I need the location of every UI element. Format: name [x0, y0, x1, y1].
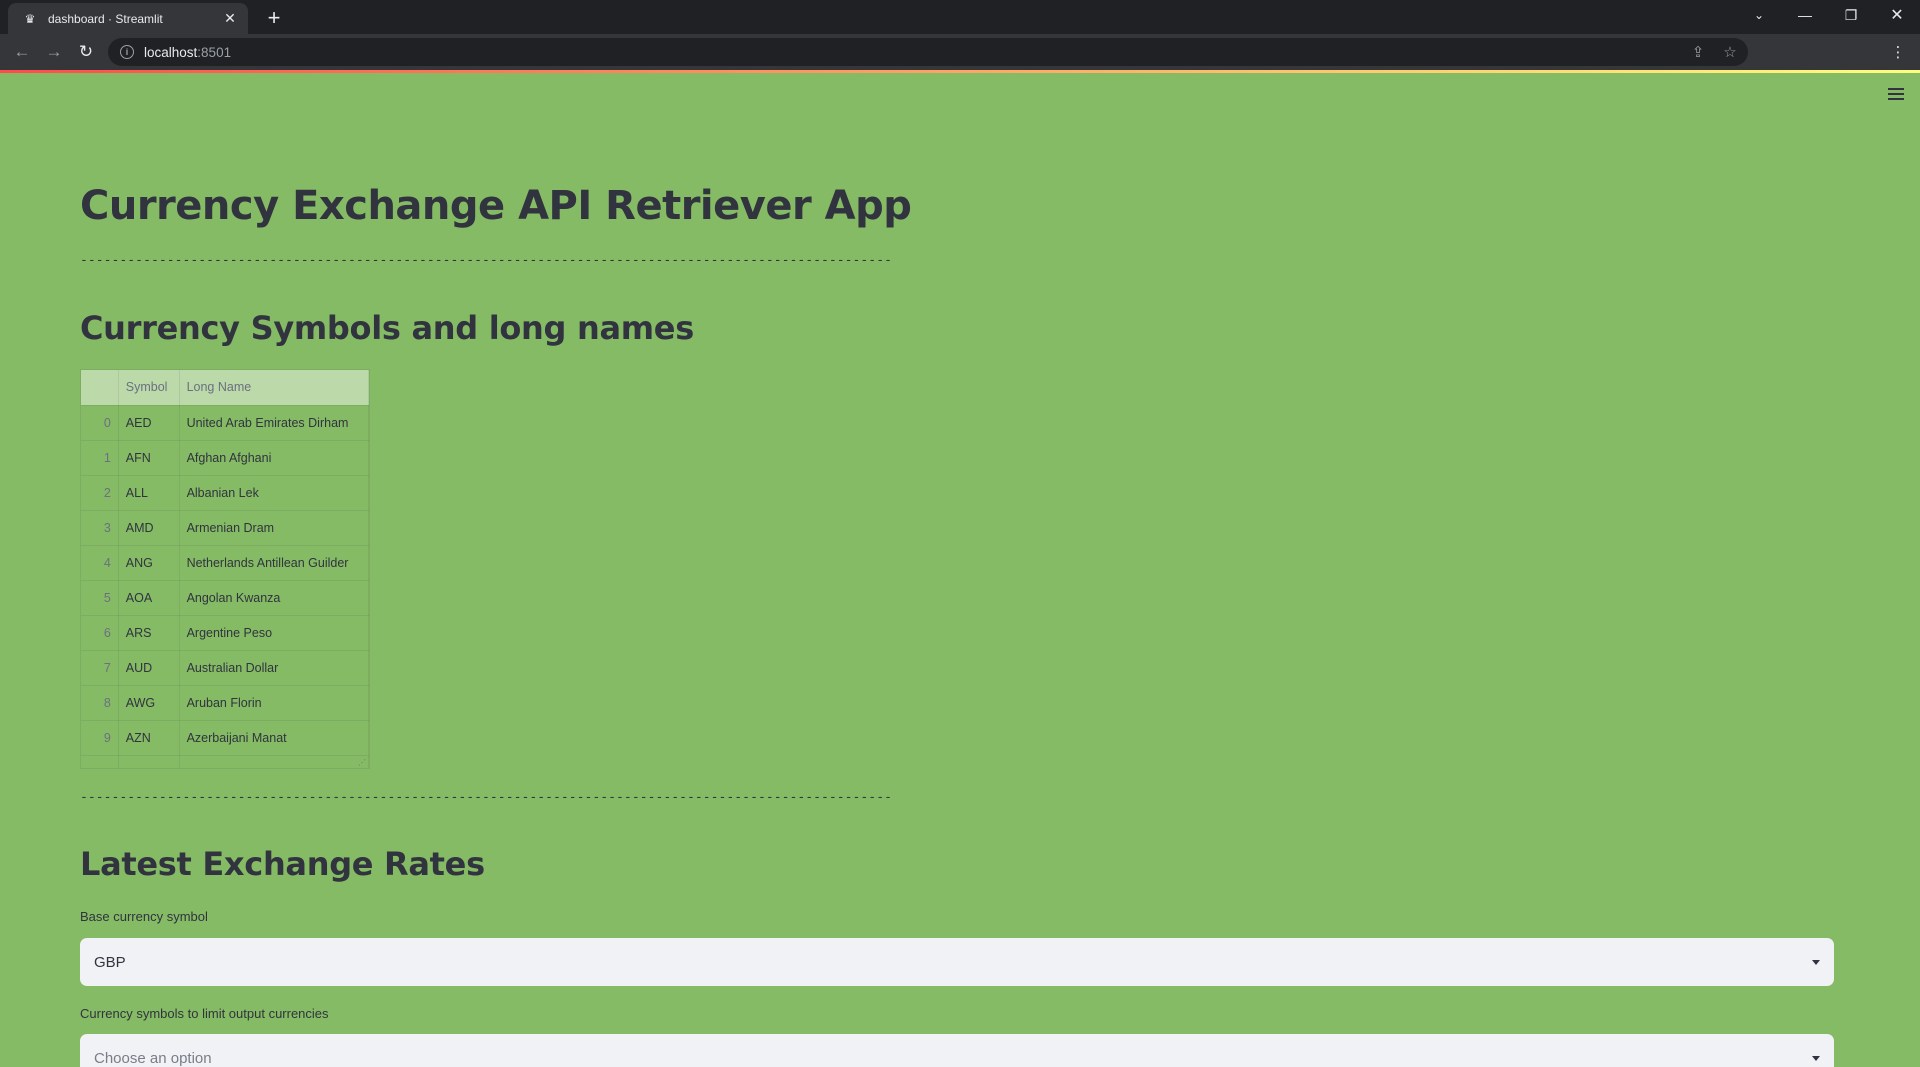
browser-tab[interactable]: ♛ dashboard · Streamlit ✕	[8, 3, 248, 34]
close-window-icon[interactable]: ✕	[1874, 0, 1920, 30]
base-currency-value: GBP	[94, 953, 126, 971]
symbols-section-title: Currency Symbols and long names	[80, 309, 694, 347]
hamburger-menu-icon[interactable]	[1886, 86, 1906, 102]
row-index: 3	[81, 510, 119, 546]
streamlit-decoration-bar	[0, 70, 1920, 73]
long-name-cell[interactable]: Argentine Peso	[179, 615, 369, 651]
streamlit-favicon-icon: ♛	[24, 11, 36, 26]
table-row[interactable]: 2 ALL Albanian Lek	[81, 475, 369, 511]
base-currency-label: Base currency symbol	[80, 909, 208, 924]
row-index: 7	[81, 650, 119, 686]
long-name-cell[interactable]: Australian Dollar	[179, 650, 369, 686]
symbol-cell[interactable]: AMD	[118, 510, 180, 546]
base-currency-select[interactable]: GBP	[80, 938, 1834, 986]
symbol-cell[interactable]: ALL	[118, 475, 180, 511]
row-index: 0	[81, 405, 119, 441]
caret-down-icon	[1812, 959, 1820, 965]
page-title: Currency Exchange API Retriever App	[80, 183, 912, 229]
tab-search-icon[interactable]: ⌄	[1736, 0, 1782, 30]
table-row[interactable]: 5 AOA Angolan Kwanza	[81, 580, 369, 616]
row-index: 9	[81, 720, 119, 756]
symbols-multiselect-label: Currency symbols to limit output currenc…	[80, 1006, 329, 1021]
long-name-cell[interactable]: Albanian Lek	[179, 475, 369, 511]
minimize-icon[interactable]: —	[1782, 0, 1828, 30]
symbol-cell[interactable]: AFN	[118, 440, 180, 476]
browser-tab-bar: ♛ dashboard · Streamlit ✕ + ⌄ — ❐ ✕	[0, 0, 1920, 34]
long-name-cell[interactable]: Angolan Kwanza	[179, 580, 369, 616]
table-row[interactable]: 0 AED United Arab Emirates Dirham	[81, 405, 369, 441]
symbols-multiselect[interactable]: Choose an option	[80, 1034, 1834, 1067]
symbol-cell[interactable]: AWG	[118, 685, 180, 721]
symbol-cell[interactable]: AOA	[118, 580, 180, 616]
column-header-symbol[interactable]: Symbol	[118, 370, 180, 406]
row-index: 6	[81, 615, 119, 651]
column-header-long-name[interactable]: Long Name	[179, 370, 369, 406]
table-header-row: Symbol Long Name	[81, 370, 369, 406]
long-name-cell[interactable]: United Arab Emirates Dirham	[179, 405, 369, 441]
rates-section-title: Latest Exchange Rates	[80, 845, 485, 883]
long-name-cell[interactable]: Aruban Florin	[179, 685, 369, 721]
table-row[interactable]: 6 ARS Argentine Peso	[81, 615, 369, 651]
back-icon[interactable]: ←	[8, 38, 36, 66]
browser-menu-icon[interactable]: ⋮	[1884, 38, 1912, 66]
symbols-dataframe[interactable]: Symbol Long Name 0 AED United Arab Emirate…	[80, 369, 370, 769]
long-name-cell[interactable]: Azerbaijani Manat	[179, 720, 369, 756]
tab-close-icon[interactable]: ✕	[222, 10, 238, 27]
row-index: 4	[81, 545, 119, 581]
long-name-cell[interactable]: Netherlands Antillean Guilder	[179, 545, 369, 581]
browser-toolbar: ← → ↻ i localhost:8501 ⇪ ☆ ⋮	[0, 34, 1920, 70]
reload-icon[interactable]: ↻	[72, 38, 100, 66]
resize-handle-icon[interactable]: ⋰	[358, 758, 366, 767]
divider: ----------------------------------------…	[80, 253, 892, 268]
site-info-icon[interactable]: i	[120, 45, 134, 59]
column-header-index[interactable]	[81, 370, 119, 406]
address-bar[interactable]: i localhost:8501	[108, 38, 1748, 66]
bookmark-star-icon[interactable]: ☆	[1716, 38, 1744, 66]
table-row[interactable]: 8 AWG Aruban Florin	[81, 685, 369, 721]
forward-icon[interactable]: →	[40, 38, 68, 66]
restore-icon[interactable]: ❐	[1828, 0, 1874, 30]
row-index: 8	[81, 685, 119, 721]
table-row[interactable]: 7 AUD Australian Dollar	[81, 650, 369, 686]
divider: ----------------------------------------…	[80, 790, 892, 805]
symbol-cell[interactable]: AED	[118, 405, 180, 441]
row-index: 5	[81, 580, 119, 616]
symbol-cell[interactable]: AUD	[118, 650, 180, 686]
multiselect-placeholder: Choose an option	[94, 1049, 212, 1067]
table-row[interactable]	[81, 755, 369, 768]
symbol-cell[interactable]: ARS	[118, 615, 180, 651]
new-tab-button[interactable]: +	[260, 4, 288, 32]
share-icon[interactable]: ⇪	[1684, 38, 1712, 66]
symbol-cell[interactable]: AZN	[118, 720, 180, 756]
caret-down-icon	[1812, 1055, 1820, 1061]
row-index: 1	[81, 440, 119, 476]
table-row[interactable]: 9 AZN Azerbaijani Manat	[81, 720, 369, 756]
symbol-cell[interactable]: ANG	[118, 545, 180, 581]
table-row[interactable]: 3 AMD Armenian Dram	[81, 510, 369, 546]
long-name-cell[interactable]: Afghan Afghani	[179, 440, 369, 476]
long-name-cell[interactable]: Armenian Dram	[179, 510, 369, 546]
table-row[interactable]: 1 AFN Afghan Afghani	[81, 440, 369, 476]
row-index: 2	[81, 475, 119, 511]
url-text: localhost:8501	[144, 44, 232, 60]
tab-title: dashboard · Streamlit	[48, 11, 163, 26]
table-row[interactable]: 4 ANG Netherlands Antillean Guilder	[81, 545, 369, 581]
